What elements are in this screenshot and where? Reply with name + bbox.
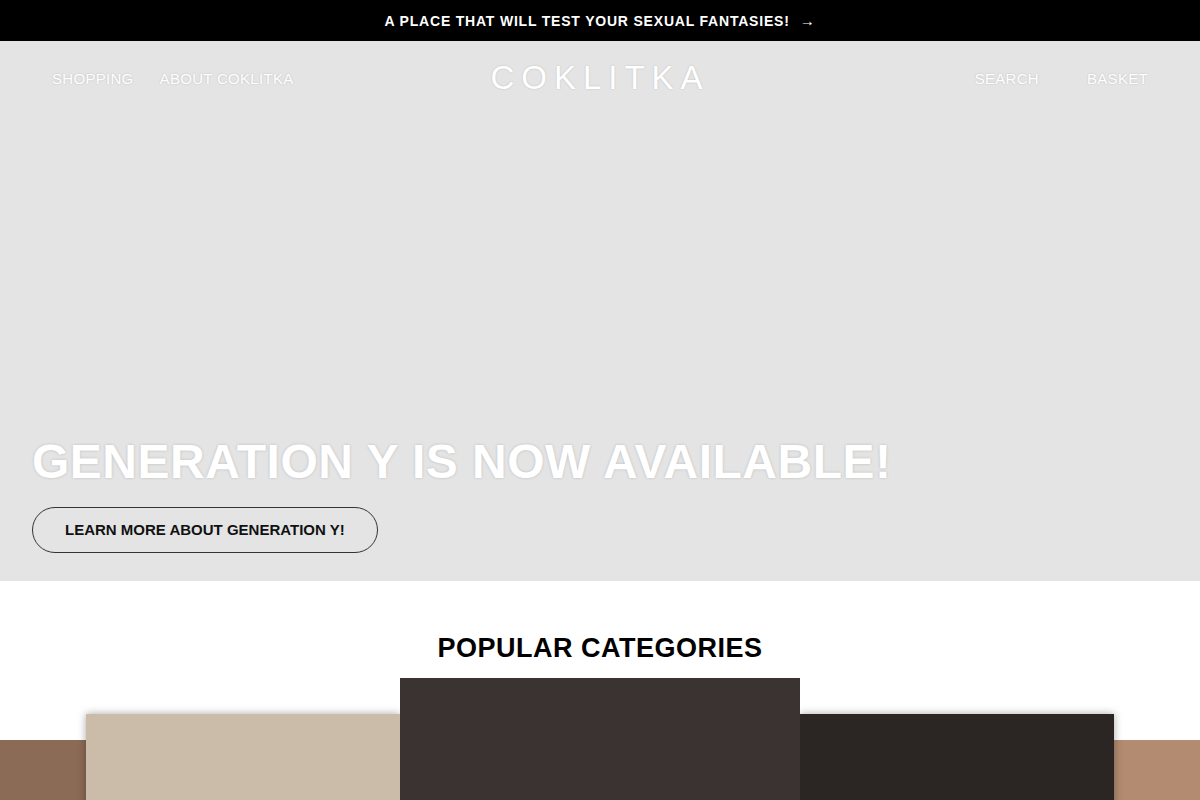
nav-link[interactable]: ABOUT COKLITKA: [160, 70, 294, 87]
main-nav: SHOPPING ABOUT COKLITKA: [52, 70, 490, 87]
site-header: SHOPPING ABOUT COKLITKA COKLITKA SEARCH BASK…: [0, 41, 1200, 97]
announcement-bar[interactable]: A PLACE THAT WILL TEST YOUR SEXUAL FANTA…: [0, 0, 1200, 41]
category-card[interactable]: [400, 678, 800, 800]
page: A PLACE THAT WILL TEST YOUR SEXUAL FANTA…: [0, 0, 1200, 800]
nav-link[interactable]: BASKET: [1087, 70, 1148, 87]
category-card[interactable]: [800, 714, 1114, 800]
category-card[interactable]: [1114, 740, 1200, 800]
hero-title: GENERATION Y IS NOW AVAILABLE!: [32, 436, 891, 489]
category-card[interactable]: [0, 740, 86, 800]
nav-link[interactable]: SEARCH: [975, 70, 1039, 87]
arrow-right-icon: →: [800, 12, 816, 29]
category-carousel[interactable]: [0, 678, 1200, 800]
learn-more-button[interactable]: LEARN MORE ABOUT GENERATION Y!: [32, 507, 378, 553]
hero-content: GENERATION Y IS NOW AVAILABLE! LEARN MORE…: [0, 97, 1200, 581]
announcement-text: A PLACE THAT WILL TEST YOUR SEXUAL FANTA…: [384, 13, 789, 29]
hero: SHOPPING ABOUT COKLITKA COKLITKA SEARCH BASK…: [0, 41, 1200, 581]
logo[interactable]: COKLITKA: [490, 59, 709, 97]
section-title: POPULAR CATEGORIES: [0, 633, 1200, 664]
category-card[interactable]: [86, 714, 400, 800]
popular-categories: POPULAR CATEGORIES: [0, 581, 1200, 800]
nav-link[interactable]: SHOPPING: [52, 70, 134, 87]
utility-nav: SEARCH BASKET: [710, 70, 1148, 87]
